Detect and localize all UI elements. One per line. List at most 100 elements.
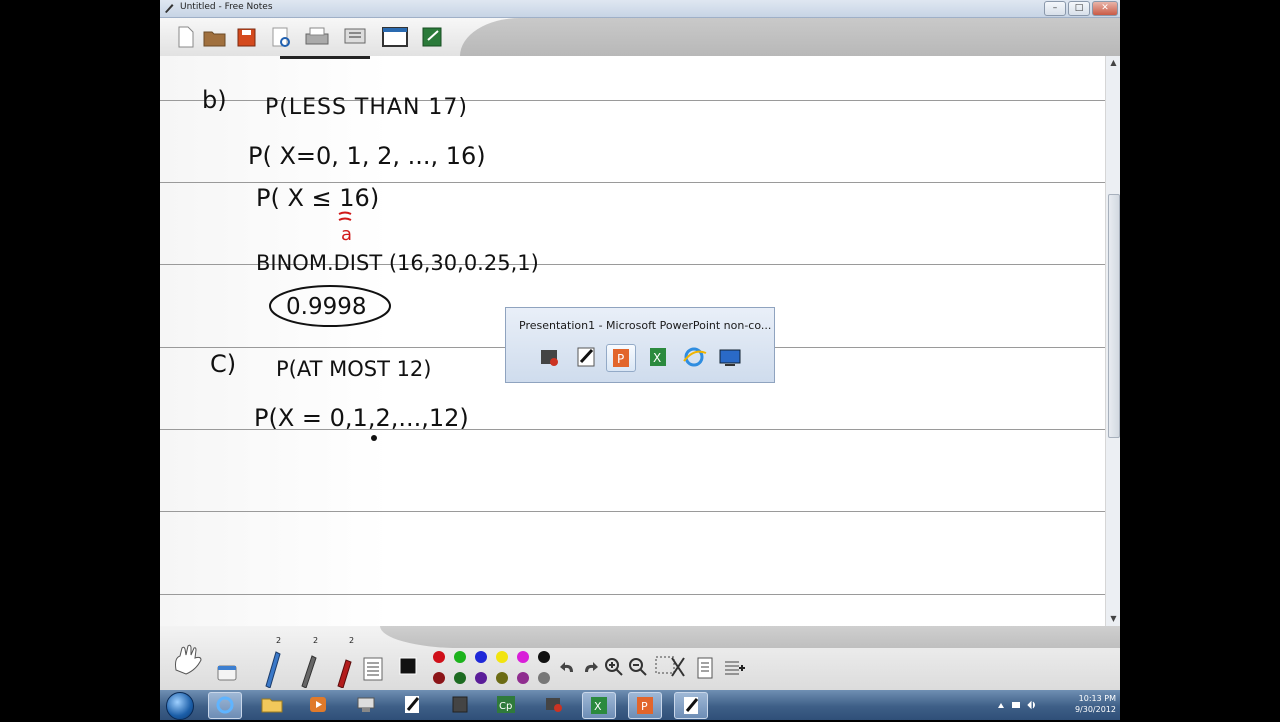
print-icon[interactable] — [302, 23, 332, 51]
pen-grey-icon[interactable] — [294, 650, 320, 688]
insert-page-icon[interactable] — [696, 656, 716, 680]
free-notes-icon — [684, 697, 699, 714]
close-button[interactable]: ✕ — [1092, 1, 1118, 16]
new-document-icon[interactable] — [170, 23, 200, 51]
part-b-label: b) — [202, 86, 227, 114]
powerpoint-icon: P — [637, 697, 653, 714]
folder-icon — [261, 698, 283, 713]
pen-blue-icon[interactable] — [258, 646, 284, 688]
clock-time: 10:13 PM — [1078, 694, 1116, 703]
zoom-out-icon[interactable] — [628, 657, 648, 677]
exit-icon[interactable] — [418, 23, 448, 51]
color-magenta[interactable] — [517, 651, 529, 663]
free-notes-icon[interactable] — [572, 344, 600, 370]
title-bar[interactable]: Untitled - Free Notes – □ ✕ — [160, 0, 1120, 18]
taskbar-powerpoint[interactable]: P — [628, 692, 662, 719]
system-tray-icons[interactable] — [996, 699, 1044, 711]
captivate-icon: Cp — [497, 696, 515, 713]
taskbar-explorer[interactable] — [256, 692, 288, 717]
pen-toolbar-decoration — [380, 626, 1120, 648]
part-b-line3: P( X ≤ 16) — [256, 184, 379, 212]
network-icon — [357, 697, 375, 712]
open-folder-icon[interactable] — [200, 23, 230, 51]
taskbar-notes[interactable] — [396, 692, 428, 717]
svg-text:P: P — [617, 352, 624, 366]
powerpoint-icon[interactable]: P — [606, 344, 636, 372]
window-icon[interactable] — [380, 23, 410, 51]
windows-taskbar: Cp X P 10:13 PM 9/30/2012 — [160, 690, 1120, 720]
svg-text:Cp: Cp — [499, 701, 512, 712]
pen-size-3: 2 — [349, 636, 355, 645]
taskbar-preview-popup[interactable]: Presentation1 - Microsoft PowerPoint non… — [505, 307, 775, 383]
window-title: Untitled - Free Notes — [180, 2, 273, 12]
red-underline — [338, 211, 352, 221]
part-b-line4: BINOM.DIST (16,30,0.25,1) — [256, 251, 539, 275]
clock-date: 9/30/2012 — [1074, 705, 1116, 714]
scroll-down-arrow[interactable]: ▼ — [1106, 612, 1120, 626]
color-black[interactable] — [538, 651, 550, 663]
media-player-icon — [310, 697, 326, 712]
scroll-up-arrow[interactable]: ▲ — [1106, 56, 1120, 70]
color-green[interactable] — [454, 651, 466, 663]
taskbar-captivate[interactable]: Cp — [490, 692, 522, 717]
excel-icon: X — [591, 697, 607, 714]
print-preview-icon[interactable] — [266, 23, 296, 51]
highlighter-icon[interactable] — [330, 654, 356, 688]
part-b-annotation: a — [341, 224, 352, 245]
app-icon — [165, 4, 174, 13]
pen-toolbar: 2 2 2 — [160, 626, 1120, 690]
excel-icon[interactable]: X — [644, 344, 672, 370]
color-yellow[interactable] — [496, 651, 508, 663]
camtasia-icon — [546, 698, 562, 712]
save-icon[interactable] — [232, 23, 262, 51]
taskbar-camtasia[interactable] — [538, 692, 570, 717]
color-dark-red[interactable] — [433, 672, 445, 684]
redo-icon[interactable] — [580, 658, 600, 678]
minimize-button[interactable]: – — [1044, 1, 1066, 16]
color-swatch-icon[interactable] — [398, 656, 418, 676]
taskbar-free-notes[interactable] — [674, 692, 708, 719]
part-b-answer: 0.9998 — [286, 294, 366, 320]
text-lines-icon[interactable] — [362, 656, 384, 682]
part-c-line1: P(AT MOST 12) — [276, 357, 432, 381]
app-dark-icon — [452, 696, 468, 713]
pen-size-2: 2 — [313, 636, 319, 645]
camtasia-icon[interactable] — [536, 344, 564, 370]
svg-text:X: X — [653, 351, 661, 365]
color-red[interactable] — [433, 651, 445, 663]
color-grey[interactable] — [538, 672, 550, 684]
hand-tool-icon[interactable] — [168, 640, 208, 680]
taskbar-ie[interactable] — [208, 692, 242, 719]
color-dark-green[interactable] — [454, 672, 466, 684]
page-setup-icon[interactable] — [340, 23, 370, 51]
zoom-in-icon[interactable] — [604, 657, 624, 677]
vertical-scrollbar[interactable]: ▲ ▼ — [1105, 56, 1120, 626]
internet-explorer-icon — [216, 696, 234, 714]
eraser-icon[interactable] — [212, 656, 244, 688]
main-toolbar — [160, 18, 1120, 56]
popup-title: Presentation1 - Microsoft PowerPoint non… — [519, 319, 772, 332]
taskbar-network[interactable] — [350, 692, 382, 717]
color-olive[interactable] — [496, 672, 508, 684]
taskbar-media[interactable] — [302, 692, 334, 717]
part-b-line1: P(LESS THAN 17) — [265, 95, 468, 120]
pen-icon — [405, 696, 420, 713]
internet-explorer-icon[interactable] — [680, 344, 708, 370]
undo-icon[interactable] — [558, 658, 578, 678]
start-button[interactable] — [166, 692, 194, 720]
desktop-icon[interactable] — [716, 344, 744, 370]
taskbar-excel[interactable]: X — [582, 692, 616, 719]
part-b-line2: P( X=0, 1, 2, ..., 16) — [248, 142, 486, 170]
maximize-button[interactable]: □ — [1068, 1, 1090, 16]
color-blue[interactable] — [475, 651, 487, 663]
select-cut-icon[interactable] — [654, 654, 688, 680]
color-dark-magenta[interactable] — [517, 672, 529, 684]
pen-size-1: 2 — [276, 636, 282, 645]
color-purple[interactable] — [475, 672, 487, 684]
svg-text:X: X — [594, 700, 602, 713]
add-page-icon[interactable] — [722, 656, 746, 680]
clock[interactable]: 10:13 PM 9/30/2012 — [1075, 693, 1116, 715]
part-c-label: C) — [210, 350, 236, 378]
taskbar-app-dark[interactable] — [444, 692, 476, 717]
scroll-thumb[interactable] — [1108, 194, 1120, 438]
